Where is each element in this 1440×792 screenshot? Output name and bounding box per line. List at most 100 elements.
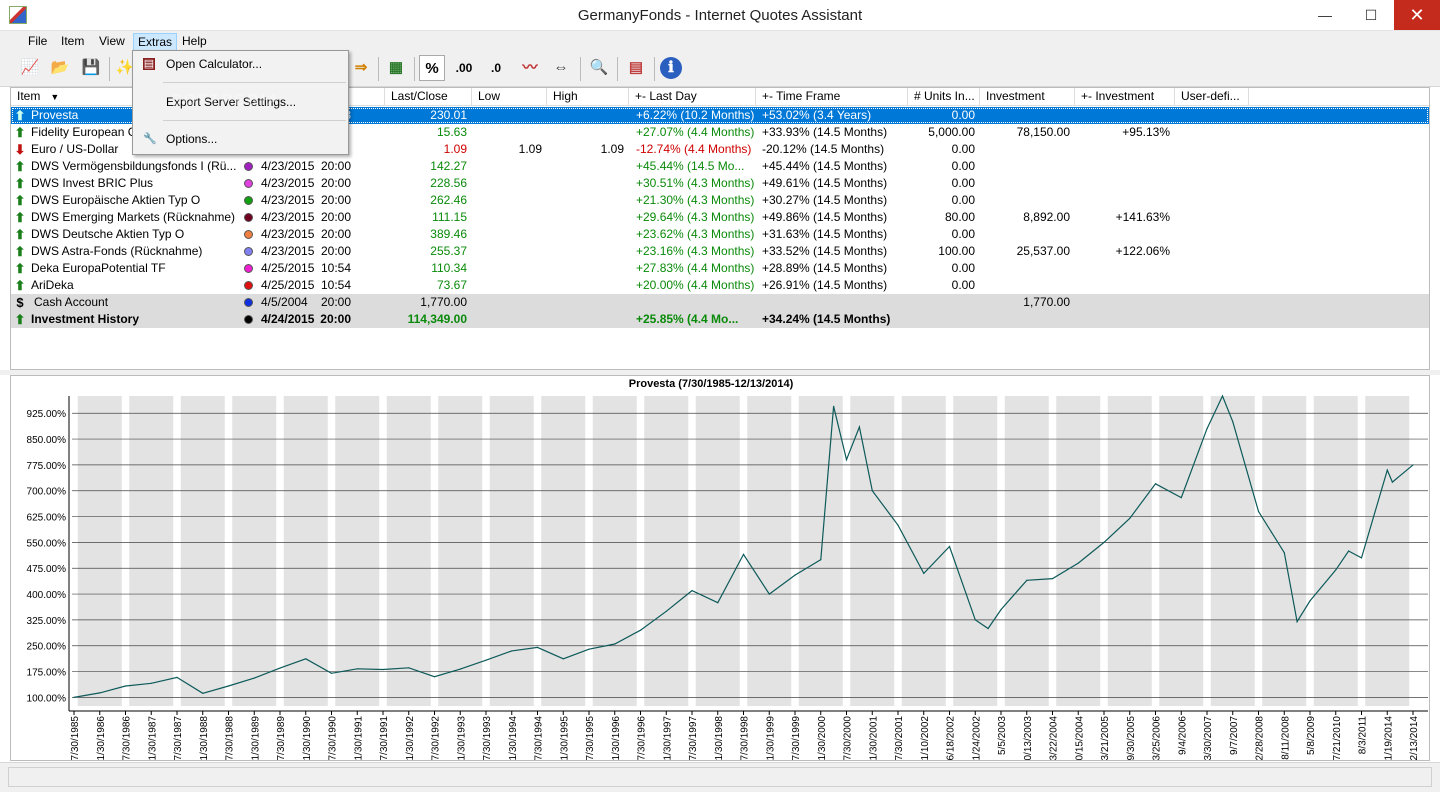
row-units xyxy=(908,311,975,328)
column-header-units[interactable]: # Units In... xyxy=(908,88,980,106)
calculator-icon[interactable]: ▤ xyxy=(623,55,649,81)
menu-options[interactable]: 🔧 Options... xyxy=(135,128,346,150)
options-wrench-icon: 🔧 xyxy=(143,133,157,145)
series-color-dot xyxy=(244,247,253,256)
row-low xyxy=(472,243,542,260)
column-header-investment-change[interactable]: +- Investment xyxy=(1075,88,1175,106)
data-point xyxy=(330,672,333,674)
data-point xyxy=(1180,497,1182,499)
chart-band xyxy=(1107,396,1152,706)
row-name: DWS Astra-Fonds (Rücknahme) xyxy=(31,244,203,258)
column-header-last-day[interactable]: +- Last Day xyxy=(629,88,756,106)
x-tick-label: 7/30/1995 xyxy=(585,716,596,760)
x-tick-label: 1/10/2002 xyxy=(920,716,931,760)
row-investment: 1,770.00 xyxy=(1023,295,1070,309)
column-header-user-defined[interactable]: User-defi... xyxy=(1175,88,1249,106)
table-row[interactable]: ⬆ DWS Emerging Markets (Rücknahme) 4/23/20… xyxy=(11,209,1429,226)
info-icon[interactable]: ℹ xyxy=(660,57,682,79)
export-icon[interactable]: ⇒ xyxy=(348,55,374,81)
table-row[interactable]: ⬆ AriDeka 4/25/2015 10:54 73.67 +20.00% (4.4 … xyxy=(11,277,1429,294)
decrease-decimals-icon[interactable]: .0 xyxy=(483,55,509,81)
table-row[interactable]: $ Cash Account 4/5/2004 20:00 1,770.00 1,770.… xyxy=(11,294,1429,311)
table-row[interactable]: ⬆ DWS Deutsche Aktien Typ O 4/23/2015 20:00… xyxy=(11,226,1429,243)
row-last-day: +23.16% (4.3 Months) xyxy=(636,244,754,258)
data-point xyxy=(1348,550,1350,552)
table-row[interactable]: ⬆ Investment History 4/24/2015 20:00 114,349… xyxy=(11,311,1429,328)
menu-help[interactable]: Help xyxy=(178,33,211,51)
data-point xyxy=(408,667,410,669)
row-investment-change xyxy=(1075,107,1170,124)
column-header-investment[interactable]: Investment xyxy=(980,88,1075,106)
data-point xyxy=(1412,464,1414,466)
percent-icon[interactable]: % xyxy=(419,55,445,81)
x-tick-label: 1/30/1986 xyxy=(96,716,107,760)
menu-open-calculator[interactable]: ▤ Open Calculator... xyxy=(135,53,346,75)
table-row[interactable]: ⬆ DWS Astra-Fonds (Rücknahme) 4/23/2015 20:… xyxy=(11,243,1429,260)
row-low xyxy=(472,192,542,209)
row-low xyxy=(472,107,542,124)
row-high xyxy=(547,277,624,294)
minimize-button[interactable]: — xyxy=(1302,0,1348,30)
data-point xyxy=(1077,562,1079,564)
increase-decimals-icon[interactable]: .00 xyxy=(451,55,477,81)
row-name: AriDeka xyxy=(31,278,74,292)
table-row[interactable]: ⬆ DWS Invest BRIC Plus 4/23/2015 20:00 228.5… xyxy=(11,175,1429,192)
row-last-close: 230.01 xyxy=(430,108,467,122)
row-high xyxy=(547,243,624,260)
column-header-high[interactable]: High xyxy=(547,88,629,106)
menu-file[interactable]: File xyxy=(24,33,51,51)
table-row[interactable]: ⬆ DWS Vermögensbildungsfonds I (Rü... 4/23… xyxy=(11,158,1429,175)
menu-item[interactable]: Item xyxy=(57,33,88,51)
row-units: 5,000.00 xyxy=(928,125,975,139)
table-row[interactable]: ⬆ Deka EuropaPotential TF 4/25/2015 10:54 11… xyxy=(11,260,1429,277)
data-point xyxy=(1206,428,1208,430)
data-point xyxy=(833,405,835,407)
chart-band xyxy=(798,396,843,706)
row-name: DWS Invest BRIC Plus xyxy=(31,176,154,190)
trend-up-icon: ⬆ xyxy=(14,312,26,327)
trend-up-icon: ⬆ xyxy=(14,193,26,208)
x-tick-label: 1/30/1990 xyxy=(302,716,313,760)
data-point xyxy=(279,667,281,669)
data-point xyxy=(1221,395,1224,397)
row-last-close: 389.46 xyxy=(430,227,467,241)
y-tick-label: 700.00% xyxy=(27,487,67,498)
row-low xyxy=(472,158,542,175)
row-investment-change xyxy=(1075,141,1170,158)
menu-view[interactable]: View xyxy=(95,33,129,51)
x-tick-label: 6/18/2002 xyxy=(946,716,957,760)
calculator-grid-icon[interactable]: ▦ xyxy=(383,55,409,81)
data-point xyxy=(176,676,178,678)
row-time-frame: +33.52% (14.5 Months) xyxy=(762,244,888,258)
zoom-icon[interactable]: 🔍 xyxy=(586,55,612,81)
column-header-low[interactable]: Low xyxy=(472,88,547,106)
table-row[interactable]: ⬆ DWS Europäische Aktien Typ O 4/23/2015 20… xyxy=(11,192,1429,209)
window-title: GermanyFonds - Internet Quotes Assistant xyxy=(577,7,863,24)
row-last-close: 255.37 xyxy=(430,244,467,258)
x-tick-label: 7/21/2010 xyxy=(1332,716,1343,760)
x-tick-label: 12/13/2014 xyxy=(1409,716,1420,760)
open-folder-icon[interactable]: 📂 xyxy=(47,55,73,81)
row-last-close: 73.67 xyxy=(436,278,467,292)
data-point xyxy=(73,696,75,698)
row-units: 0.00 xyxy=(951,159,975,173)
menu-extras[interactable]: Extras xyxy=(133,33,178,51)
compare-chart-icon[interactable]: ⇔ xyxy=(548,55,574,81)
trend-up-icon: ⬆ xyxy=(14,227,26,242)
x-tick-label: 9/4/2006 xyxy=(1177,716,1188,755)
chart-band xyxy=(592,396,637,706)
row-high xyxy=(547,175,624,192)
x-tick-label: 1/30/1987 xyxy=(147,716,158,760)
save-icon[interactable]: 💾 xyxy=(78,55,104,81)
maximize-button[interactable]: ☐ xyxy=(1348,0,1394,30)
row-time: 20:00 xyxy=(320,210,351,224)
chart-icon[interactable]: 📈 xyxy=(17,55,43,81)
row-time: 10:54 xyxy=(320,261,351,275)
row-last-close: 111.15 xyxy=(432,210,467,224)
column-header-time-frame[interactable]: +- Time Frame xyxy=(756,88,908,106)
chart-band xyxy=(1313,396,1358,706)
row-units: 80.00 xyxy=(944,210,975,224)
close-button[interactable]: ✕ xyxy=(1394,0,1440,30)
line-chart-icon[interactable]: 〰 xyxy=(517,55,543,81)
column-header-last-close[interactable]: Last/Close xyxy=(385,88,472,106)
